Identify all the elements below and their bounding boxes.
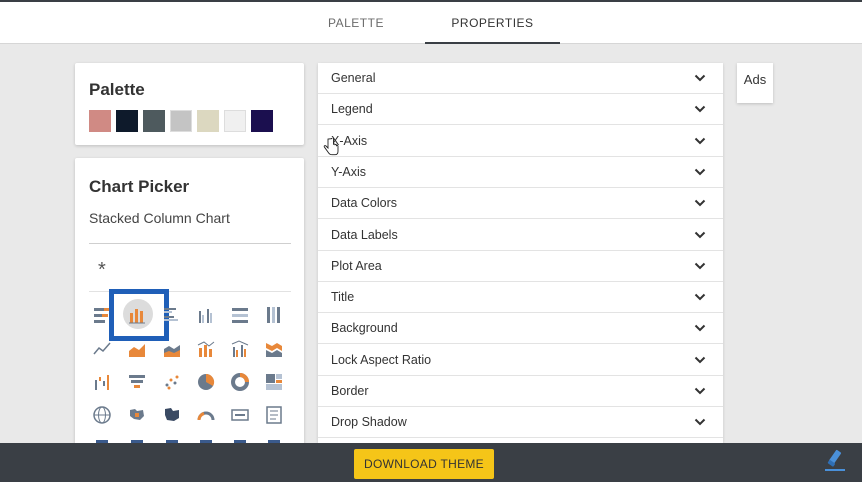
logo-icon: [825, 449, 845, 471]
property-row-data-labels[interactable]: Data Labels: [318, 220, 723, 251]
donut-icon[interactable]: [227, 369, 253, 395]
color-swatch-2[interactable]: [116, 110, 138, 132]
chevron-down-icon[interactable]: [694, 166, 706, 178]
pie-icon[interactable]: [193, 369, 219, 395]
hand-cursor-icon: [323, 138, 339, 156]
property-label: Background: [331, 321, 398, 336]
ads-button[interactable]: Ads: [737, 63, 773, 103]
property-label: Border: [331, 384, 369, 398]
chevron-down-icon[interactable]: [694, 322, 706, 334]
chevron-down-icon[interactable]: [694, 385, 706, 397]
bottom-bar: DOWNLOAD THEME: [0, 443, 862, 482]
stacked-area-icon[interactable]: [159, 336, 185, 362]
divider: [89, 243, 291, 244]
reset-asterisk-icon[interactable]: *: [98, 259, 106, 282]
palette-card: Palette: [75, 63, 304, 145]
treemap-icon[interactable]: [261, 369, 287, 395]
chevron-down-icon[interactable]: [694, 354, 706, 366]
property-label: Plot Area: [331, 258, 382, 273]
property-row-title[interactable]: Title: [318, 282, 723, 314]
shape-map-icon[interactable]: [159, 402, 185, 428]
ribbon-icon[interactable]: [261, 336, 287, 362]
gauge-icon[interactable]: [193, 402, 219, 428]
chevron-down-icon[interactable]: [694, 291, 706, 303]
property-row-drop-shadow[interactable]: Drop Shadow: [318, 407, 723, 439]
chevron-down-icon[interactable]: [694, 260, 706, 272]
percent-bar-icon[interactable]: [227, 302, 253, 328]
color-swatch-7[interactable]: [251, 110, 273, 132]
clustered-column-icon[interactable]: [193, 302, 219, 328]
property-row-background[interactable]: Background: [318, 313, 723, 345]
download-theme-button[interactable]: DOWNLOAD THEME: [354, 449, 494, 479]
line-clustered-column-icon[interactable]: [227, 336, 253, 362]
chevron-down-icon[interactable]: [694, 103, 706, 115]
property-label: General: [331, 71, 376, 85]
color-swatch-3[interactable]: [143, 110, 165, 132]
property-row-data-colors[interactable]: Data Colors: [318, 188, 723, 220]
line-column-icon[interactable]: [193, 336, 219, 362]
globe-map-icon[interactable]: [89, 402, 115, 428]
property-label: Drop Shadow: [331, 415, 407, 430]
tab-palette[interactable]: PALETTE: [300, 2, 412, 44]
stacked-bar-icon[interactable]: [89, 302, 115, 328]
property-label: Data Colors: [331, 196, 397, 211]
color-swatch-6[interactable]: [224, 110, 246, 132]
properties-list: General Legend X-Axis Y-Axis Data Colors Data…: [318, 63, 723, 443]
stacked-column-icon[interactable]: [124, 302, 150, 328]
chevron-down-icon[interactable]: [694, 72, 706, 84]
area-icon[interactable]: [124, 336, 150, 362]
property-label: Data Labels: [331, 227, 398, 242]
tab-properties[interactable]: PROPERTIES: [425, 2, 560, 44]
property-row-y-axis[interactable]: Y-Axis: [318, 157, 723, 188]
card-icon[interactable]: [227, 402, 253, 428]
property-row-x-axis[interactable]: X-Axis: [318, 126, 723, 157]
chevron-down-icon[interactable]: [694, 135, 706, 147]
chart-picker-card: Chart Picker Stacked Column Chart *: [75, 158, 304, 458]
waterfall-icon[interactable]: [89, 369, 115, 395]
chart-picker-title: Chart Picker: [89, 177, 190, 196]
percent-column-icon[interactable]: [261, 302, 287, 328]
property-row-lock-aspect-ratio[interactable]: Lock Aspect Ratio: [318, 345, 723, 376]
color-swatch-5[interactable]: [197, 110, 219, 132]
selected-chart-name: Stacked Column Chart: [89, 210, 230, 226]
top-tab-bar: PALETTE PROPERTIES: [0, 0, 862, 44]
chevron-down-icon[interactable]: [694, 197, 706, 209]
property-label: Y-Axis: [331, 164, 366, 179]
property-row-plot-area[interactable]: Plot Area: [318, 251, 723, 282]
chevron-down-icon[interactable]: [694, 416, 706, 428]
line-icon[interactable]: [89, 336, 115, 362]
clustered-bar-icon[interactable]: [159, 302, 185, 328]
palette-title: Palette: [89, 80, 145, 99]
filled-map-icon[interactable]: [124, 402, 150, 428]
property-label: Lock Aspect Ratio: [331, 352, 432, 367]
property-row-general[interactable]: General: [318, 63, 723, 94]
color-swatch-1[interactable]: [89, 110, 111, 132]
palette-swatches: [89, 110, 273, 132]
property-row-border[interactable]: Border: [318, 376, 723, 407]
chevron-down-icon[interactable]: [694, 229, 706, 241]
property-row-legend[interactable]: Legend: [318, 94, 723, 126]
property-label: Title: [331, 290, 355, 305]
property-label: Legend: [331, 102, 373, 117]
scatter-icon[interactable]: [159, 369, 185, 395]
multi-row-card-icon[interactable]: [261, 402, 287, 428]
color-swatch-4[interactable]: [170, 110, 192, 132]
funnel-icon[interactable]: [124, 369, 150, 395]
